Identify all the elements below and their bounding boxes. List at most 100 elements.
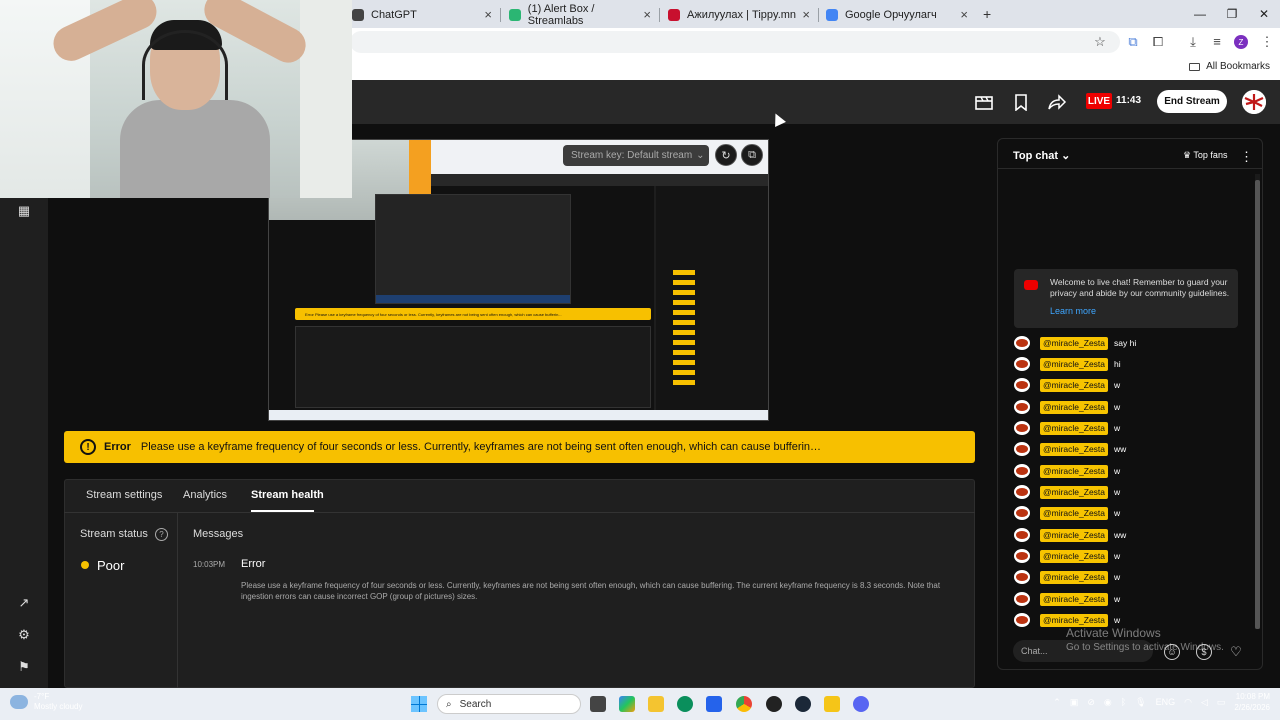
discord-icon[interactable]	[853, 696, 869, 712]
task-view-icon[interactable]	[590, 696, 606, 712]
chat-author[interactable]: @miracle_Zesta	[1040, 549, 1109, 563]
chat-author[interactable]: @miracle_Zesta	[1040, 506, 1109, 520]
tray-app-icon[interactable]: ◉	[1104, 697, 1112, 708]
notes-icon[interactable]	[824, 696, 840, 712]
battery-icon[interactable]: ▭	[1217, 697, 1226, 708]
tab-google-translate[interactable]: Google Орчуулагч ×	[826, 4, 968, 26]
obs-icon[interactable]	[766, 696, 782, 712]
extensions-icon[interactable]: ⧠	[1149, 33, 1167, 51]
chat-author[interactable]: @miracle_Zesta	[1040, 485, 1109, 499]
stream-key-dropdown[interactable]: Stream key: Default stream ⌄	[563, 145, 709, 166]
chat-message: @miracle_Zesta w	[1014, 484, 1120, 500]
weather-temp: -7°F	[34, 692, 50, 701]
clock[interactable]: 10:08 PM 2/26/2026	[1234, 691, 1270, 713]
chat-author[interactable]: @miracle_Zesta	[1040, 400, 1109, 414]
chat-message: @miracle_Zesta w	[1014, 420, 1120, 436]
error-alert-icon: !	[80, 439, 96, 455]
minimize-icon[interactable]: —	[1184, 0, 1216, 28]
top-chat-dropdown[interactable]: Top chat ⌄	[1013, 149, 1070, 162]
settings-gear-icon[interactable]: ⚙	[16, 627, 32, 643]
chat-author[interactable]: @miracle_Zesta	[1040, 357, 1109, 371]
file-explorer-icon[interactable]	[648, 696, 664, 712]
tab-stream-settings[interactable]: Stream settings	[86, 489, 162, 501]
chat-author[interactable]: @miracle_Zesta	[1040, 613, 1109, 627]
weather-widget[interactable]: -7°F Mostly cloudy	[10, 692, 82, 712]
tab-label: Google Орчуулагч	[845, 9, 937, 21]
clock-date: 2/26/2026	[1234, 703, 1270, 712]
chat-author[interactable]: @miracle_Zesta	[1040, 421, 1109, 435]
preview-error-banner: Error Please use a keyframe frequency of…	[295, 308, 651, 320]
popout-arrow-icon[interactable]: ↗	[16, 595, 32, 611]
close-tab-icon[interactable]: ×	[960, 7, 968, 22]
download-icon[interactable]: ⤓	[1184, 33, 1202, 51]
chat-message: @miracle_Zesta w	[1014, 505, 1120, 521]
close-tab-icon[interactable]: ×	[802, 7, 810, 22]
steam-icon[interactable]	[795, 696, 811, 712]
chat-author[interactable]: @miracle_Zesta	[1040, 442, 1109, 456]
windows-start-icon[interactable]	[411, 696, 427, 712]
chat-text: ww	[1114, 530, 1127, 540]
tab-chatgpt[interactable]: ChatGPT ×	[352, 4, 492, 26]
top-fans-button[interactable]: ♛ Top fans	[1183, 150, 1227, 161]
tray-mic-icon[interactable]: 🎙	[1135, 697, 1146, 708]
tab-analytics[interactable]: Analytics	[183, 489, 227, 501]
heart-icon[interactable]: ♡	[1228, 644, 1244, 660]
calendar-icon[interactable]: ▦	[16, 203, 32, 219]
close-window-icon[interactable]: ✕	[1248, 0, 1280, 28]
refresh-icon[interactable]: ↻	[715, 144, 737, 166]
chat-author[interactable]: @miracle_Zesta	[1040, 378, 1109, 392]
youtube-icon	[1024, 280, 1038, 290]
browser-menu-icon[interactable]: ⋮	[1258, 33, 1276, 51]
copy-icon[interactable]: ⧉	[741, 144, 763, 166]
taskbar-search[interactable]: ⌕ Search	[437, 694, 581, 714]
end-stream-button[interactable]: End Stream	[1157, 90, 1227, 113]
wifi-icon[interactable]: ◠	[1184, 697, 1192, 708]
address-bar[interactable]	[350, 31, 1120, 53]
close-tab-icon[interactable]: ×	[643, 7, 651, 22]
streamlabs-favicon-icon	[509, 9, 521, 21]
all-bookmarks[interactable]: All Bookmarks	[1189, 61, 1270, 72]
translate-icon[interactable]: ⧉	[1124, 33, 1142, 51]
tab-streamlabs[interactable]: (1) Alert Box / Streamlabs ×	[509, 3, 651, 27]
volume-icon[interactable]: ◁	[1201, 697, 1208, 708]
chat-author[interactable]: @miracle_Zesta	[1040, 570, 1109, 584]
stream-key-label: Stream key: Default stream	[571, 150, 693, 161]
close-tab-icon[interactable]: ×	[484, 7, 492, 22]
reading-list-icon[interactable]: ≡	[1208, 33, 1226, 51]
chat-more-options-icon[interactable]: ⋮	[1240, 149, 1253, 165]
tray-chevron-icon[interactable]: ⌃	[1053, 697, 1061, 708]
learn-more-link[interactable]: Learn more	[1050, 306, 1096, 316]
feedback-icon[interactable]: ⚑	[16, 659, 32, 675]
avatar	[1014, 485, 1030, 499]
restore-icon[interactable]: ❐	[1216, 0, 1248, 28]
tab-stream-health[interactable]: Stream health	[251, 489, 324, 501]
tray-network-off-icon[interactable]: ⊘	[1087, 697, 1095, 708]
preview-chat-line	[673, 330, 695, 335]
chat-author[interactable]: @miracle_Zesta	[1040, 528, 1109, 542]
chat-author[interactable]: @miracle_Zesta	[1040, 336, 1109, 350]
chat-author[interactable]: @miracle_Zesta	[1040, 464, 1109, 478]
edge-icon[interactable]	[677, 696, 693, 712]
bookmark-icon[interactable]	[1011, 93, 1031, 111]
channel-avatar[interactable]	[1242, 90, 1266, 114]
status-dot	[81, 561, 89, 569]
trophy-icon: ♛	[1183, 150, 1192, 160]
new-tab-button[interactable]: +	[983, 6, 991, 22]
copilot-icon[interactable]	[619, 696, 635, 712]
store-icon[interactable]	[706, 696, 722, 712]
tray-bluetooth-icon[interactable]: ᛒ	[1121, 697, 1126, 707]
chat-text: w	[1114, 423, 1121, 433]
chat-scrollbar-thumb[interactable]	[1255, 180, 1260, 629]
language-indicator[interactable]: ENG	[1156, 697, 1176, 707]
chat-header-divider	[997, 168, 1263, 169]
help-icon[interactable]: ?	[155, 528, 168, 541]
preview-chat-line	[673, 280, 695, 285]
share-icon[interactable]	[1047, 93, 1067, 111]
tab-tippy[interactable]: Ажилуулах | Tippy.mn ×	[668, 4, 810, 26]
chat-author[interactable]: @miracle_Zesta	[1040, 592, 1109, 606]
clapperboard-icon[interactable]	[974, 93, 994, 111]
chrome-icon[interactable]	[736, 696, 752, 712]
tray-app-icon[interactable]: ▣	[1070, 697, 1079, 708]
profile-avatar[interactable]: Z	[1234, 35, 1248, 49]
bookmark-star-icon[interactable]: ☆	[1091, 33, 1109, 51]
